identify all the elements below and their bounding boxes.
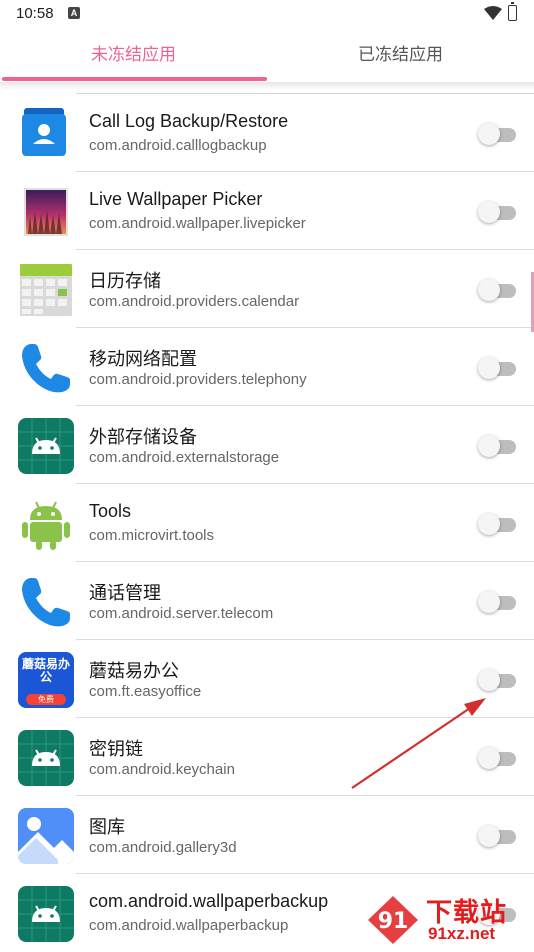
android-icon <box>18 886 74 942</box>
app-name: com.android.wallpaperbackup <box>89 891 329 911</box>
calendar-storage-icon <box>18 262 74 318</box>
freeze-toggle[interactable] <box>478 512 518 536</box>
list-item[interactable]: 通话管理 com.android.server.telecom <box>0 562 534 640</box>
app-name: Call Log Backup/Restore <box>89 111 289 131</box>
wallpaper-picker-icon <box>18 184 74 240</box>
easyoffice-icon: 蘑菇易办公 免费 <box>18 652 74 708</box>
toggle-thumb <box>478 513 500 535</box>
toggle-thumb <box>478 825 500 847</box>
freeze-toggle[interactable] <box>478 200 518 224</box>
list-item[interactable]: 图库 com.android.gallery3d <box>0 796 534 874</box>
tab-frozen-apps[interactable]: 已冻结应用 <box>267 28 534 82</box>
list-item[interactable]: Call Log Backup/Restore com.android.call… <box>0 94 534 172</box>
tab-bar-shadow <box>0 82 534 90</box>
freeze-toggle[interactable] <box>478 434 518 458</box>
contacts-backup-icon <box>18 106 74 162</box>
watermark: 91 下载站 91xz.net <box>362 890 534 950</box>
toggle-thumb <box>478 279 500 301</box>
phone-icon <box>18 574 74 630</box>
annotation-arrow <box>351 698 486 789</box>
toggle-thumb <box>478 435 500 457</box>
app-name: 通话管理 <box>89 583 161 603</box>
notification-icon: A <box>68 7 80 19</box>
status-time: 10:58 <box>16 5 54 22</box>
app-name: Live Wallpaper Picker <box>89 189 263 209</box>
app-package: com.android.externalstorage <box>89 449 280 466</box>
toggle-thumb <box>478 591 500 613</box>
toggle-thumb <box>478 123 500 145</box>
android-icon <box>18 418 74 474</box>
app-name: 图库 <box>89 817 125 837</box>
list-item[interactable]: 外部存储设备 com.android.externalstorage <box>0 406 534 484</box>
app-package: com.android.calllogbackup <box>89 137 267 154</box>
app-package: com.ft.easyoffice <box>89 683 202 700</box>
tab-indicator <box>2 77 267 81</box>
wifi-icon <box>484 6 502 20</box>
tab-unfrozen-apps[interactable]: 未冻结应用 <box>0 28 267 82</box>
app-name: 密钥链 <box>89 739 143 759</box>
gallery-icon <box>18 808 74 864</box>
freeze-toggle[interactable] <box>478 590 518 614</box>
watermark-logo-text: 91 <box>378 909 409 934</box>
freeze-toggle[interactable] <box>478 824 518 848</box>
easyoffice-icon-badge: 免费 <box>26 694 66 705</box>
app-package: com.android.wallpaper.livepicker <box>89 215 306 232</box>
android-green-icon <box>18 496 74 552</box>
app-name: 日历存储 <box>89 271 161 291</box>
tab-bar: 未冻结应用 已冻结应用 <box>0 28 534 82</box>
app-name: 外部存储设备 <box>89 427 197 447</box>
app-package: com.android.providers.calendar <box>89 293 300 310</box>
freeze-toggle[interactable] <box>478 356 518 380</box>
freeze-toggle[interactable] <box>478 668 518 692</box>
app-package: com.android.gallery3d <box>89 839 237 856</box>
toggle-thumb <box>478 669 500 691</box>
phone-icon <box>18 340 74 396</box>
battery-icon <box>508 2 517 21</box>
app-name: Tools <box>89 501 132 521</box>
list-item[interactable]: 移动网络配置 com.android.providers.telephony <box>0 328 534 406</box>
app-name: 蘑菇易办公 <box>89 661 179 681</box>
freeze-toggle[interactable] <box>478 278 518 302</box>
watermark-logo: 91 <box>368 896 418 944</box>
freeze-toggle[interactable] <box>478 122 518 146</box>
android-icon <box>18 730 74 786</box>
app-package: com.android.wallpaperbackup <box>89 917 289 934</box>
list-item[interactable]: Live Wallpaper Picker com.android.wallpa… <box>0 172 534 250</box>
toggle-thumb <box>478 357 500 379</box>
status-bar: 10:58 A <box>0 0 534 28</box>
app-package: com.microvirt.tools <box>89 527 215 544</box>
app-package: com.android.keychain <box>89 761 235 778</box>
watermark-url: 91xz.net <box>428 924 496 943</box>
app-name: 移动网络配置 <box>89 349 197 369</box>
app-package: com.android.providers.telephony <box>89 371 307 388</box>
list-item[interactable]: 日历存储 com.android.providers.calendar <box>0 250 534 328</box>
app-package: com.android.server.telecom <box>89 605 274 622</box>
easyoffice-icon-text: 蘑菇易办公 <box>22 657 71 684</box>
list-item[interactable]: Tools com.microvirt.tools <box>0 484 534 562</box>
toggle-thumb <box>478 201 500 223</box>
app-list[interactable]: Call Log Backup/Restore com.android.call… <box>0 94 534 952</box>
